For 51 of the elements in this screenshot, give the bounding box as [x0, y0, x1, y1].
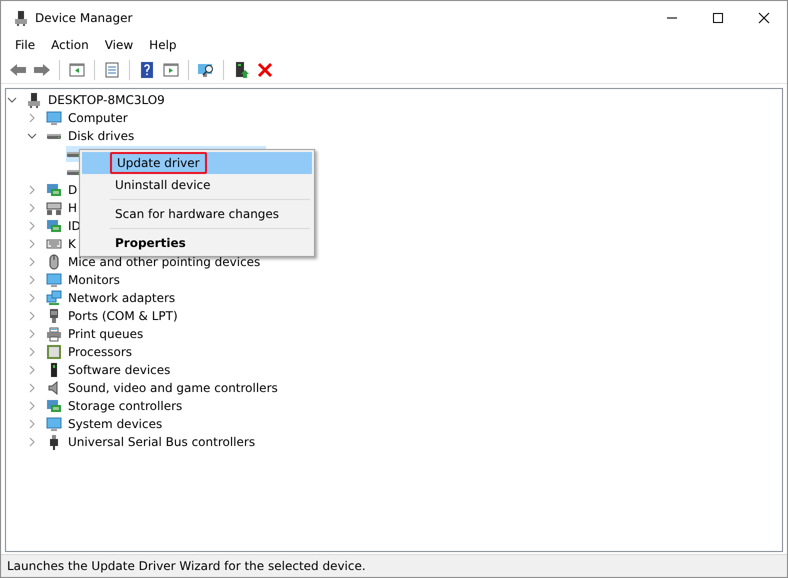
window-title: Device Manager [35, 11, 134, 25]
menu-item[interactable]: Action [43, 38, 97, 52]
menu-item[interactable]: View [96, 38, 142, 52]
computer-icon [26, 92, 42, 108]
tree-item[interactable]: D [67, 183, 78, 197]
menu-item[interactable]: Uninstall device [82, 174, 312, 196]
tree-item[interactable]: Print queues [67, 327, 144, 341]
menu-item[interactable]: Properties [82, 232, 312, 254]
tree-item[interactable]: H [67, 201, 78, 215]
tree-item[interactable]: Mice and other pointing devices [67, 255, 262, 269]
circuit-card-icon [46, 218, 62, 234]
printer-icon [46, 326, 62, 342]
tree-item[interactable]: Storage controllers [67, 399, 184, 413]
circuit-card-icon [46, 182, 62, 198]
back-icon[interactable] [9, 61, 27, 79]
keyboard-device-icon [46, 200, 62, 216]
menu-item[interactable]: Help [141, 38, 185, 52]
tree-item[interactable]: Network adapters [67, 291, 176, 305]
menu-item[interactable]: File [7, 38, 44, 52]
tree-item[interactable]: Disk drives [67, 129, 136, 143]
help-icon[interactable] [138, 61, 156, 79]
tree-item[interactable]: System devices [67, 417, 164, 431]
monitor-icon [46, 416, 62, 432]
highlight-outline: Update driver [110, 152, 207, 174]
tree-item[interactable]: Ports (COM & LPT) [67, 309, 179, 323]
tree-item[interactable]: Computer [67, 111, 129, 125]
tree-item[interactable]: K [67, 237, 77, 251]
tree-item[interactable]: Sound, video and game controllers [67, 381, 279, 395]
circuit-card-icon [46, 398, 62, 414]
network-icon [46, 290, 62, 306]
tree-item[interactable]: Monitors [67, 273, 121, 287]
tree-item[interactable]: Processors [67, 345, 134, 359]
status-text: Launches the Update Driver Wizard for the selected device. [7, 559, 366, 573]
disk-drive-icon [46, 132, 62, 140]
tree-item[interactable]: Universal Serial Bus controllers [67, 435, 256, 449]
forward-icon[interactable] [33, 61, 51, 79]
tree-item[interactable]: DESKTOP-8MC3LO9 [47, 93, 166, 107]
monitor-icon [46, 272, 62, 288]
processor-icon [46, 344, 62, 360]
properties-icon[interactable] [103, 61, 121, 79]
monitor-search-icon[interactable] [197, 61, 215, 79]
app-icon [13, 10, 29, 26]
remove-icon[interactable] [256, 61, 274, 79]
panel-icon[interactable] [162, 61, 180, 79]
close-icon [758, 12, 770, 24]
monitor-icon [46, 110, 62, 126]
maximize-icon [712, 12, 724, 24]
panel-icon[interactable] [68, 61, 86, 79]
menu-item[interactable]: Scan for hardware changes [82, 203, 312, 225]
tree-item[interactable]: Software devices [67, 363, 172, 377]
menu-item[interactable]: Update driver [82, 152, 312, 174]
